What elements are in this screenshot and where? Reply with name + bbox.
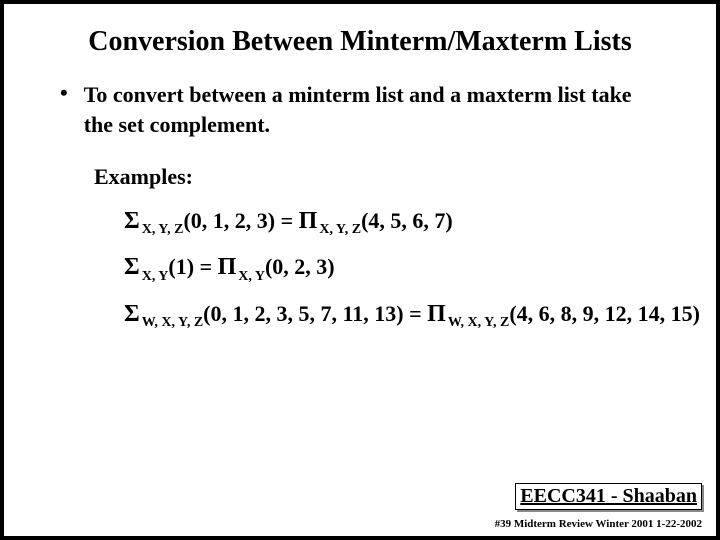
equals: = <box>194 254 218 279</box>
pi-args: (4, 5, 6, 7) <box>361 208 453 233</box>
bullet-text: To convert between a minterm list and a … <box>84 80 644 140</box>
pi-symbol: Π <box>427 301 446 327</box>
examples-label: Examples: <box>94 164 696 190</box>
example-2: ΣX, Y(1) = ΠX, Y(0, 2, 3) <box>124 254 696 284</box>
equals: = <box>404 301 428 326</box>
example-3: ΣW, X, Y, Z(0, 1, 2, 3, 5, 7, 11, 13) = … <box>124 301 696 331</box>
sigma-subscript: W, X, Y, Z <box>142 315 203 330</box>
sigma-args: (0, 1, 2, 3) <box>183 208 275 233</box>
footer-meta: #39 Midterm Review Winter 2001 1-22-2002 <box>495 518 702 530</box>
bullet-item: • To convert between a minterm list and … <box>60 80 696 140</box>
pi-subscript: W, X, Y, Z <box>448 315 509 330</box>
sigma-subscript: X, Y, Z <box>142 222 184 237</box>
sigma-args: (0, 1, 2, 3, 5, 7, 11, 13) <box>203 301 403 326</box>
slide-frame: Conversion Between Minterm/Maxterm Lists… <box>0 0 720 540</box>
footer-course: EECC341 - Shaaban <box>515 483 702 510</box>
pi-subscript: X, Y <box>238 269 265 284</box>
equals: = <box>275 208 299 233</box>
slide-title: Conversion Between Minterm/Maxterm Lists <box>24 26 696 58</box>
pi-subscript: X, Y, Z <box>319 222 361 237</box>
pi-symbol: Π <box>299 208 318 234</box>
bullet-dot-icon: • <box>60 80 68 106</box>
pi-symbol: Π <box>218 254 237 280</box>
sigma-symbol: Σ <box>124 301 140 327</box>
sigma-symbol: Σ <box>124 254 140 280</box>
sigma-symbol: Σ <box>124 208 140 234</box>
pi-args: (0, 2, 3) <box>265 254 335 279</box>
example-1: ΣX, Y, Z(0, 1, 2, 3) = ΠX, Y, Z(4, 5, 6,… <box>124 208 696 238</box>
sigma-subscript: X, Y <box>142 269 169 284</box>
sigma-args: (1) <box>168 254 194 279</box>
pi-args: (4, 6, 8, 9, 12, 14, 15) <box>509 301 700 326</box>
